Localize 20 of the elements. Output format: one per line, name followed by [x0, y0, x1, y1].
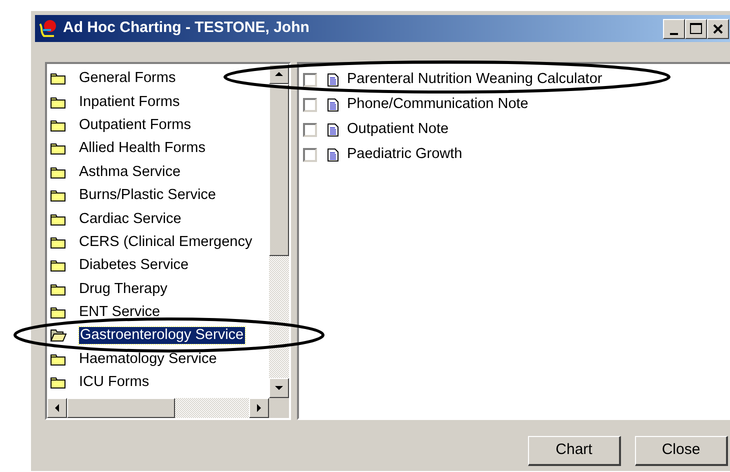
window-title: Ad Hoc Charting - TESTONE, John — [63, 18, 310, 38]
folder-item[interactable]: Gastroenterology Service — [79, 327, 245, 344]
folder-item[interactable]: Cardiac Service — [78, 210, 182, 228]
folder-item[interactable]: ICU Forms — [78, 374, 150, 392]
form-item[interactable]: Outpatient Note — [347, 118, 449, 140]
folder-item[interactable]: Outpatient Forms — [78, 116, 192, 134]
dialog-button[interactable]: Chart — [528, 436, 621, 466]
form-item[interactable]: Paediatric Growth — [347, 144, 462, 166]
folder-item[interactable]: Diabetes Service — [78, 257, 190, 274]
folder-item[interactable]: CERS (Clinical Emergency — [78, 234, 254, 251]
folder-item[interactable]: Asthma Service — [78, 164, 182, 181]
folder-item[interactable]: Inpatient Forms — [78, 94, 181, 111]
folder-item[interactable]: ENT Service — [78, 304, 162, 322]
form-item[interactable]: Phone/Communication Note — [347, 94, 528, 116]
folder-item[interactable]: Haematology Service — [78, 350, 218, 368]
folder-item[interactable]: Allied Health Forms — [78, 140, 207, 158]
folder-item[interactable]: Drug Therapy — [78, 280, 168, 298]
folder-item[interactable]: Burns/Plastic Service — [78, 187, 217, 204]
folder-item[interactable]: General Forms — [78, 70, 177, 88]
dialog-button[interactable]: Close — [635, 436, 728, 466]
